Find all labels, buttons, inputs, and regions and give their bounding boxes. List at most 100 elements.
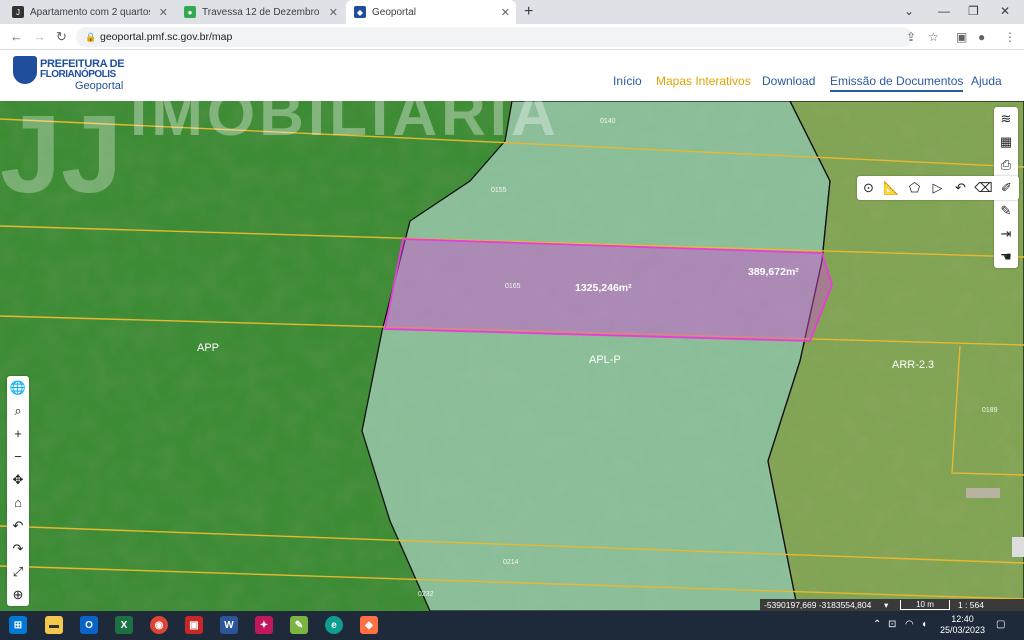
profile-avatar-icon[interactable]: ● bbox=[978, 30, 985, 44]
coordinate-bar: -5390197,669 -3183554,804 ▾ 10 m 1 : 564 bbox=[760, 599, 1024, 611]
angle-icon[interactable]: ▷ bbox=[926, 180, 949, 196]
area-label: 389,672m² bbox=[748, 266, 799, 278]
menu-inicio[interactable]: Início bbox=[613, 74, 642, 88]
fullscreen-icon[interactable]: ⤢ bbox=[7, 560, 29, 583]
close-tab-icon[interactable]: ✕ bbox=[501, 6, 510, 19]
file-explorer-icon[interactable]: ▬ bbox=[45, 616, 63, 634]
browser-tab-bar: J Apartamento com 2 quartos no ✕ ● Trave… bbox=[0, 0, 1024, 24]
florianopolis-shield-icon bbox=[13, 56, 37, 84]
parcel-number: 0165 bbox=[505, 283, 521, 290]
windows-taskbar: ⊞ ▬ O X ◉ ▣ W ✦ ✎ e ◆ ⌃ ⊡ ◠ ◖ 12:40 25/0… bbox=[0, 611, 1024, 640]
close-window-icon[interactable]: ✕ bbox=[1000, 4, 1010, 18]
app-icon[interactable]: ✎ bbox=[290, 616, 308, 634]
menu-ajuda[interactable]: Ajuda bbox=[971, 74, 1002, 88]
tab-search-icon[interactable]: ⌄ bbox=[904, 4, 914, 18]
new-tab-button[interactable]: + bbox=[524, 3, 533, 21]
zone-label-app: APP bbox=[197, 342, 220, 354]
parcel-number: 0232 bbox=[418, 591, 434, 598]
chrome-icon[interactable]: ◉ bbox=[150, 616, 168, 634]
tray-chevron-icon[interactable]: ⌃ bbox=[873, 619, 881, 630]
left-toolbar: 🌐 ⌕ + − ✥ ⌂ ↶ ↷ ⤢ ⊕ bbox=[7, 376, 29, 606]
undo-measure-icon[interactable]: ↶ bbox=[949, 180, 972, 196]
address-bar-row: ← → ↻ 🔒 geoportal.pmf.sc.gov.br/map ⇪ ☆ … bbox=[0, 24, 1024, 50]
close-tab-icon[interactable]: ✕ bbox=[159, 6, 168, 19]
windows-start-icon[interactable]: ⊞ bbox=[9, 616, 27, 634]
site-header: PREFEITURA DE FLORIANÓPOLIS Geoportal In… bbox=[0, 50, 1024, 101]
app-icon[interactable]: ◆ bbox=[360, 616, 378, 634]
sidepanel-icon[interactable]: ▣ bbox=[956, 30, 967, 44]
layers-icon[interactable]: ≋ bbox=[994, 107, 1018, 130]
previous-view-icon[interactable]: ↶ bbox=[7, 514, 29, 537]
export-icon[interactable]: ⇥ bbox=[994, 222, 1018, 245]
tab-travessa[interactable]: ● Travessa 12 de Dezembro - Ingle ✕ bbox=[176, 0, 344, 24]
maps-favicon-icon: ● bbox=[184, 6, 196, 18]
url-field[interactable]: 🔒 geoportal.pmf.sc.gov.br/map bbox=[76, 27, 912, 47]
notification-icon[interactable]: ▢ bbox=[996, 619, 1005, 630]
reload-icon[interactable]: ↻ bbox=[56, 29, 67, 45]
parcel-number: 0140 bbox=[600, 118, 616, 125]
tab-geoportal[interactable]: ◆ Geoportal ✕ bbox=[346, 0, 516, 24]
logo-line2: FLORIANÓPOLIS bbox=[40, 69, 116, 80]
scale-bar: 10 m bbox=[900, 600, 950, 610]
zoom-out-icon[interactable]: − bbox=[7, 445, 29, 468]
lock-icon: 🔒 bbox=[85, 32, 97, 42]
app-icon[interactable]: ▣ bbox=[185, 616, 203, 634]
outlook-icon[interactable]: O bbox=[80, 616, 98, 634]
wifi-icon[interactable]: ◠ bbox=[905, 619, 914, 630]
close-tab-icon[interactable]: ✕ bbox=[329, 6, 338, 19]
excel-icon[interactable]: X bbox=[115, 616, 133, 634]
pan-arrows-icon[interactable]: ✥ bbox=[7, 468, 29, 491]
clock-time: 12:40 bbox=[951, 614, 974, 624]
logo-geoportal: Geoportal bbox=[75, 80, 124, 92]
volume-icon[interactable]: ◖ bbox=[921, 619, 927, 630]
menu-mapas-interativos[interactable]: Mapas Interativos bbox=[656, 74, 751, 88]
globe-icon[interactable]: 🌐 bbox=[7, 376, 29, 399]
tab-title: Geoportal bbox=[372, 6, 416, 18]
building bbox=[966, 488, 1000, 498]
map-canvas[interactable]: JJ IMOBILIÁRIA 0140 0155 0165 0189 0214 … bbox=[0, 101, 1024, 611]
eraser-icon[interactable]: ⌫ bbox=[972, 180, 995, 196]
home-icon[interactable]: ⌂ bbox=[7, 491, 29, 514]
area-polygon-icon[interactable]: ⬠ bbox=[903, 180, 926, 196]
parcel-number: 0189 bbox=[982, 407, 998, 414]
parcel-number: 0214 bbox=[503, 559, 519, 566]
basemap-checker-icon[interactable]: ▦ bbox=[994, 130, 1018, 153]
url-text: geoportal.pmf.sc.gov.br/map bbox=[100, 31, 233, 43]
draw-pencil-icon[interactable]: ✎ bbox=[994, 199, 1018, 222]
measure-toolbar: ⊙ 📐 ⬠ ▷ ↶ ⌫ ✐ bbox=[857, 176, 1019, 200]
coordinate-readout: -5390197,669 -3183554,804 bbox=[764, 600, 872, 610]
taskbar-clock[interactable]: 12:40 25/03/2023 bbox=[940, 614, 985, 636]
next-view-icon[interactable]: ↷ bbox=[7, 537, 29, 560]
jj-favicon-icon: J bbox=[12, 6, 24, 18]
app-icon[interactable]: ✦ bbox=[255, 616, 273, 634]
menu-download[interactable]: Download bbox=[762, 74, 815, 88]
menu-emissao-documentos[interactable]: Emissão de Documentos bbox=[830, 74, 964, 92]
watermark-logo: JJ bbox=[0, 101, 123, 216]
restore-icon[interactable]: ❐ bbox=[968, 4, 979, 18]
zoom-in-icon[interactable]: + bbox=[7, 422, 29, 445]
tab-apartamento[interactable]: J Apartamento com 2 quartos no ✕ bbox=[4, 0, 174, 24]
area-label: 1325,246m² bbox=[575, 282, 632, 294]
distance-icon[interactable]: 📐 bbox=[880, 180, 903, 196]
zoom-search-icon[interactable]: ⌕ bbox=[7, 399, 29, 422]
tab-title: Apartamento com 2 quartos no bbox=[30, 6, 150, 18]
share-icon[interactable]: ⇪ bbox=[906, 30, 916, 44]
ruler-icon[interactable]: ✐ bbox=[995, 180, 1018, 196]
word-icon[interactable]: W bbox=[220, 616, 238, 634]
tab-title: Travessa 12 de Dezembro - Ingle bbox=[202, 6, 322, 18]
pan-hand-icon[interactable]: ☚ bbox=[994, 245, 1018, 268]
edge-icon[interactable]: e bbox=[325, 616, 343, 634]
back-icon[interactable]: ← bbox=[10, 29, 23, 44]
projection-dropdown-icon[interactable]: ▾ bbox=[884, 599, 888, 611]
minimize-icon[interactable]: — bbox=[938, 4, 950, 18]
watermark-text: IMOBILIÁRIA bbox=[130, 101, 560, 149]
building bbox=[1012, 537, 1024, 557]
print-icon[interactable]: ⎙ bbox=[994, 153, 1018, 176]
network-icon[interactable]: ⊡ bbox=[888, 619, 896, 630]
menu-dots-icon[interactable]: ⋮ bbox=[1004, 30, 1016, 44]
forward-icon[interactable]: → bbox=[33, 29, 46, 44]
bookmark-star-icon[interactable]: ☆ bbox=[928, 30, 939, 44]
locate-icon[interactable]: ⊕ bbox=[7, 583, 29, 606]
point-icon[interactable]: ⊙ bbox=[857, 180, 880, 196]
parcel-number: 0155 bbox=[491, 187, 507, 194]
